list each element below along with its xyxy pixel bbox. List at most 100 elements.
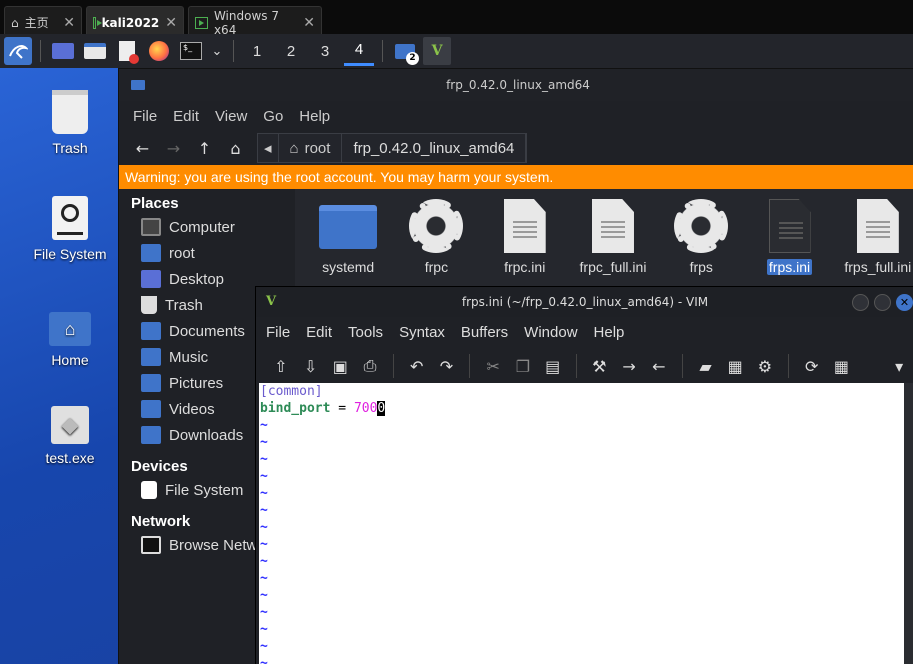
upload-icon[interactable]: ⇧ [266, 351, 296, 381]
drive-icon [52, 196, 88, 240]
file-item-frps-ini[interactable]: frps.ini [750, 189, 828, 289]
workspace-2[interactable]: 2 [276, 36, 306, 66]
breadcrumb-current[interactable]: frp_0.42.0_linux_amd64 [342, 134, 527, 162]
vim-menu-syntax[interactable]: Syntax [391, 324, 453, 341]
sidebar-item-root[interactable]: root [119, 240, 293, 266]
chevron-down-icon[interactable]: ⌄ [209, 37, 225, 65]
desktop-icon-trash[interactable]: Trash [20, 90, 120, 156]
text-file-icon [856, 199, 899, 253]
toolbar-overflow-icon[interactable]: ▾ [884, 351, 913, 381]
close-icon[interactable]: ✕ [165, 15, 177, 31]
firefox-icon[interactable] [145, 37, 173, 65]
fm-menu-view[interactable]: View [207, 108, 255, 125]
fm-menu-file[interactable]: File [125, 108, 165, 125]
file-item-frpc-full-ini[interactable]: frpc_full.ini [574, 189, 652, 289]
forward-icon[interactable]: → [158, 133, 189, 163]
make-icon[interactable]: ⟳ [797, 351, 827, 381]
sidebar-item-label: File System [165, 481, 244, 499]
vim-editor[interactable]: [common] bind_port = 7000 ~ ~ ~ ~ ~ ~ ~ ~ ~ ~ ~ ~ ~ ~… [259, 383, 904, 664]
up-icon[interactable]: ↑ [189, 133, 220, 163]
taskbar-vim-icon[interactable]: V [423, 37, 451, 65]
vim-scrollbar[interactable] [904, 383, 913, 664]
videos-folder-icon [141, 400, 161, 418]
trash-icon [141, 296, 157, 314]
vim-menu-help[interactable]: Help [586, 324, 633, 341]
vim-menu-file[interactable]: File [258, 324, 298, 341]
fm-menu-help[interactable]: Help [291, 108, 338, 125]
text-editor-icon[interactable] [113, 37, 141, 65]
file-label: frps [689, 259, 713, 275]
vim-menu-tools[interactable]: Tools [340, 324, 391, 341]
workspace-3[interactable]: 3 [310, 36, 340, 66]
tags-icon[interactable]: ▦ [827, 351, 857, 381]
vm-icon [195, 16, 208, 29]
terminal-icon[interactable]: $_ [177, 37, 205, 65]
find-prev-icon[interactable]: ← [644, 351, 674, 381]
desktop-icon-home[interactable]: ⌂ Home [20, 306, 120, 368]
file-item-frps[interactable]: frps [662, 189, 740, 289]
workspace-4[interactable]: 4 [344, 36, 374, 66]
top-panel: $_ ⌄ 1 2 3 4 2 V [0, 34, 913, 68]
places-heading: Places [131, 195, 179, 212]
copy-icon[interactable]: ❐ [508, 351, 538, 381]
panel-separator [382, 40, 383, 62]
home-icon: ⌂ [289, 139, 299, 157]
host-tab-label: 主页 [24, 16, 49, 30]
home-icon[interactable]: ⌂ [220, 133, 251, 163]
tilde-line: ~ [260, 452, 268, 467]
fm-menu-edit[interactable]: Edit [165, 108, 207, 125]
file-manager-icon[interactable] [81, 37, 109, 65]
sidebar-item-label: Downloads [169, 426, 244, 444]
vim-title: frps.ini (~/frp_0.42.0_linux_amd64) - VI… [461, 295, 709, 309]
undo-icon[interactable]: ↶ [402, 351, 432, 381]
file-label: frpc_full.ini [579, 259, 647, 275]
file-item-frpc-ini[interactable]: frpc.ini [486, 189, 564, 289]
vim-titlebar[interactable]: V frps.ini (~/frp_0.42.0_linux_amd64) - … [256, 287, 913, 317]
sidebar-item-computer[interactable]: Computer [119, 214, 293, 240]
breadcrumb-root[interactable]: ⌂ root [279, 134, 343, 162]
file-item-systemd[interactable]: systemd [309, 189, 387, 289]
cut-icon[interactable]: ✂ [478, 351, 508, 381]
close-button[interactable]: ✕ [896, 294, 913, 311]
file-label: frpc [424, 259, 449, 275]
kali-menu-icon[interactable] [4, 37, 32, 65]
desktop-icon-file-system[interactable]: File System [20, 196, 120, 262]
sidebar-item-label: Videos [169, 400, 215, 418]
load-session-icon[interactable]: ▰ [691, 351, 721, 381]
folder-icon [131, 80, 145, 90]
tilde-line: ~ [260, 503, 268, 518]
vim-menu-window[interactable]: Window [516, 324, 585, 341]
maximize-button[interactable] [874, 294, 891, 311]
run-script-icon[interactable]: ⚙ [750, 351, 780, 381]
fm-titlebar[interactable]: frp_0.42.0_linux_amd64 [119, 69, 913, 101]
breadcrumb-left-icon[interactable]: ◂ [258, 134, 279, 162]
documents-folder-icon [141, 322, 161, 340]
show-desktop-icon[interactable] [49, 37, 77, 65]
fm-menubar: File Edit View Go Help [119, 101, 913, 131]
find-next-icon[interactable]: → [614, 351, 644, 381]
paste-icon[interactable]: ▤ [538, 351, 568, 381]
desktop-icon-test-exe[interactable]: ◆ test.exe [20, 406, 120, 466]
workspace-1[interactable]: 1 [242, 36, 272, 66]
minimize-button[interactable] [852, 294, 869, 311]
close-icon[interactable]: ✕ [303, 15, 315, 31]
print-icon[interactable]: ⎙ [355, 351, 385, 381]
fm-menu-go[interactable]: Go [255, 108, 291, 125]
download-icon[interactable]: ⇩ [296, 351, 326, 381]
file-item-frpc[interactable]: frpc [397, 189, 475, 289]
save-icon[interactable]: ▣ [325, 351, 355, 381]
tilde-line: ~ [260, 571, 268, 586]
redo-icon[interactable]: ↷ [432, 351, 462, 381]
vim-menu-buffers[interactable]: Buffers [453, 324, 516, 341]
vim-menubar: File Edit Tools Syntax Buffers Window He… [256, 317, 913, 347]
file-item-frps-full-ini[interactable]: frps_full.ini [839, 189, 913, 289]
save-session-icon[interactable]: ▦ [720, 351, 750, 381]
close-icon[interactable]: ✕ [63, 15, 75, 31]
vim-menu-edit[interactable]: Edit [298, 324, 340, 341]
find-replace-icon[interactable]: ⚒ [584, 351, 614, 381]
back-icon[interactable]: ← [127, 133, 158, 163]
panel-separator [40, 40, 41, 62]
desktop-icon-label: Trash [52, 140, 88, 156]
taskbar-file-manager-icon[interactable]: 2 [391, 37, 419, 65]
toolbar-separator [392, 354, 394, 378]
